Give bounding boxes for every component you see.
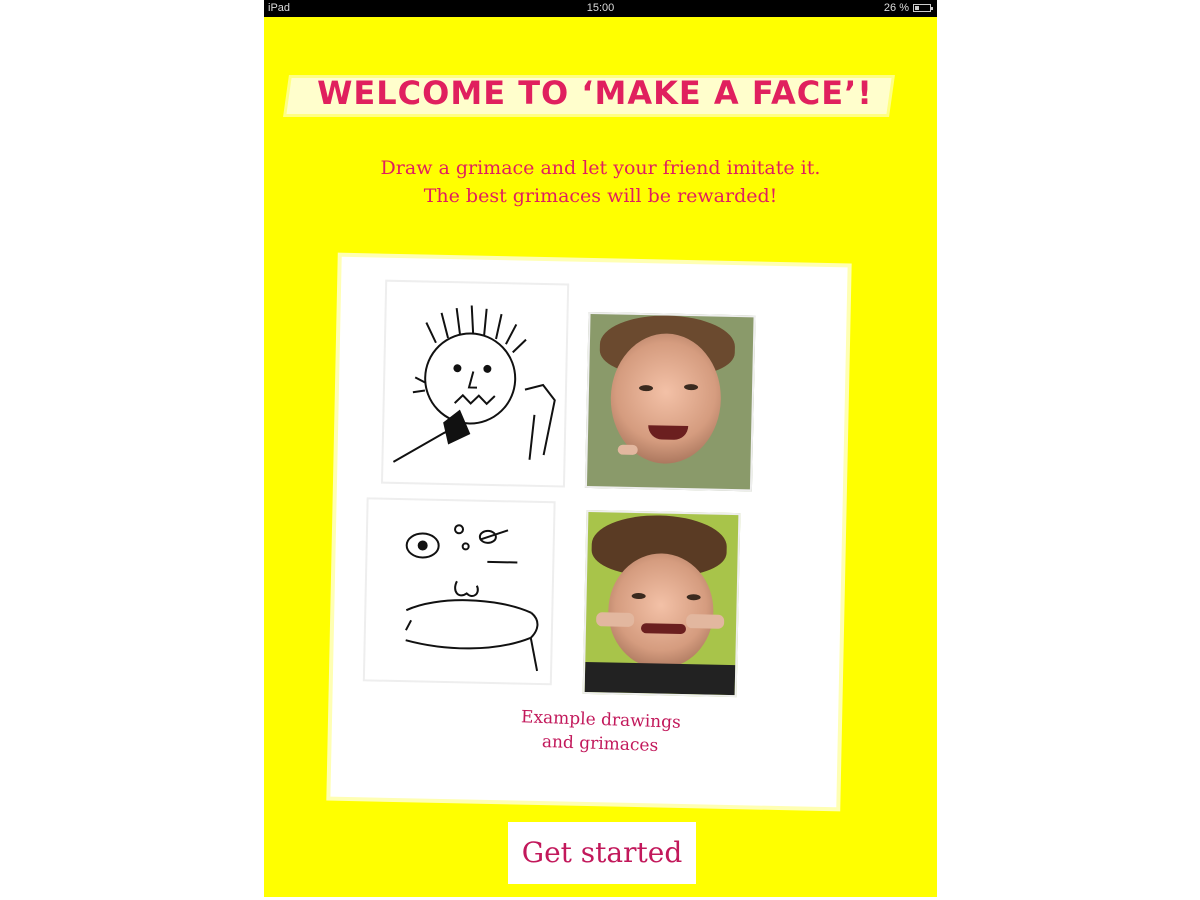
eye-left <box>638 385 654 392</box>
mouth <box>640 623 687 635</box>
eye-left <box>631 592 646 600</box>
eye-right <box>683 383 699 391</box>
example-drawing-spiky-face <box>380 279 570 488</box>
battery-status: 26 % <box>883 2 933 14</box>
shirt <box>584 661 736 696</box>
status-bar: iPad 15:00 26 % <box>264 0 937 17</box>
title-banner: WELCOME TO ‘MAKE A FACE’! <box>286 66 909 126</box>
finger-left <box>596 612 635 627</box>
intro-line-1: Draw a grimace and let your friend imita… <box>380 157 821 179</box>
eye-right <box>686 594 701 601</box>
face <box>607 552 715 670</box>
intro-text: Draw a grimace and let your friend imita… <box>264 154 937 210</box>
battery-percent: 26 % <box>883 2 909 14</box>
example-photo-grimace-1 <box>584 311 756 492</box>
clock: 15:00 <box>586 2 615 14</box>
example-photo-grimace-2 <box>582 509 741 698</box>
intro-line-2: The best grimaces will be rewarded! <box>423 185 778 207</box>
example-drawing-squint-face <box>362 497 556 686</box>
finger-right <box>686 614 725 629</box>
spiky-face-drawing <box>392 305 556 463</box>
squint-face-drawing <box>405 524 539 672</box>
get-started-button[interactable]: Get started <box>508 822 696 884</box>
app-screen: iPad 15:00 26 % WELCOME TO ‘MAKE A FACE’… <box>264 0 937 897</box>
page-title: WELCOME TO ‘MAKE A FACE’! <box>317 74 873 112</box>
battery-fill <box>915 6 919 10</box>
finger <box>617 444 638 456</box>
battery-icon <box>913 4 933 12</box>
